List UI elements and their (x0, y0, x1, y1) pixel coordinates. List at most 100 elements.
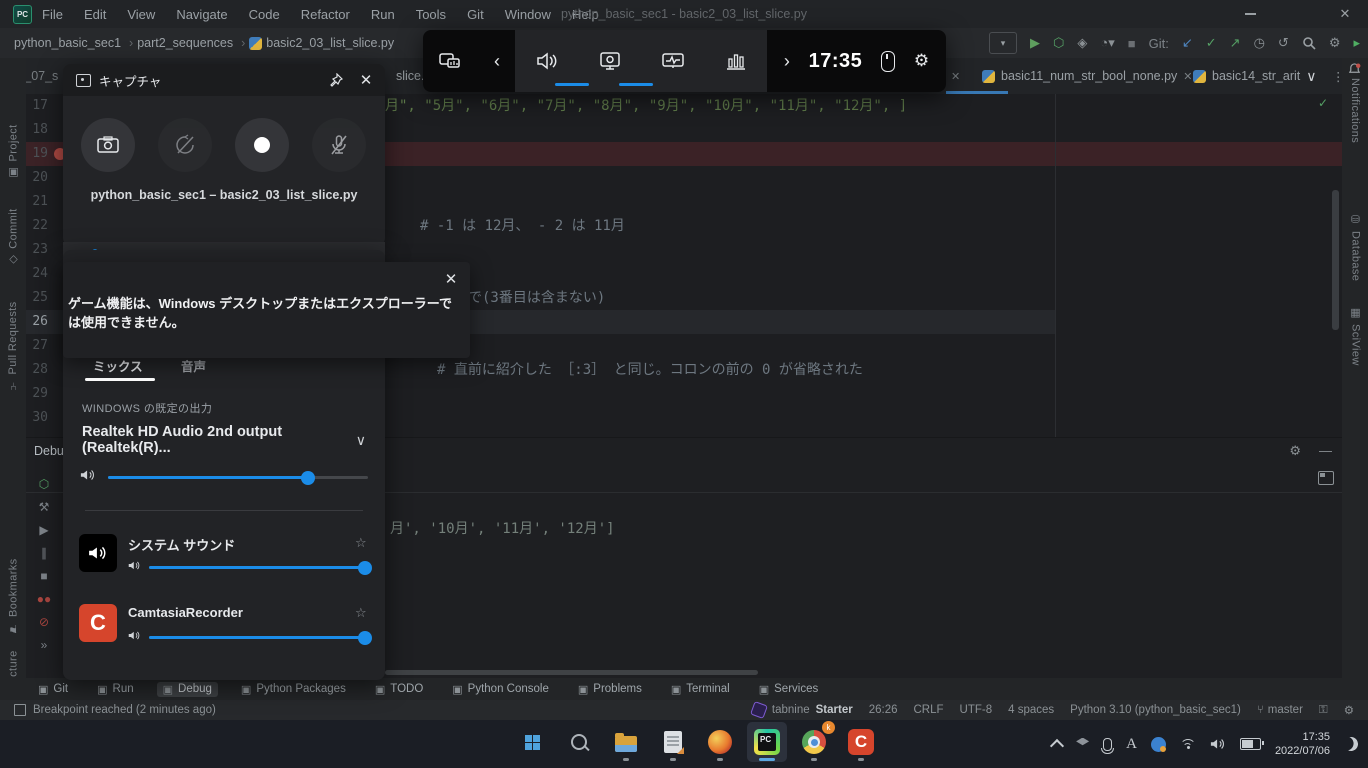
settings-sync-icon[interactable]: ⚙ (1344, 703, 1354, 717)
record-last-30s-button[interactable] (158, 118, 212, 172)
pycharm-button[interactable] (747, 722, 787, 762)
inspections-ok-icon[interactable]: ✓ (1318, 96, 1328, 110)
favorite-star-icon[interactable]: ☆ (355, 535, 367, 551)
menu-item[interactable]: Git (467, 7, 484, 22)
line-number[interactable]: 26 (26, 310, 48, 334)
gamebar-resources-widget-icon[interactable] (723, 48, 749, 74)
history-button[interactable]: ◷ (1254, 35, 1265, 51)
focus-assist-moon-icon[interactable] (1342, 735, 1360, 753)
breadcrumb-file[interactable]: basic2_03_list_slice.py (249, 36, 394, 50)
line-number[interactable]: 29 (26, 382, 48, 406)
lock-icon[interactable]: ⚿ (1319, 704, 1328, 717)
menu-item[interactable]: View (127, 7, 155, 22)
start-button[interactable] (512, 722, 552, 762)
gamebar-capture-widget-icon[interactable] (597, 48, 623, 74)
menu-item[interactable]: Tools (416, 7, 446, 22)
tool-window-button[interactable]: ▣Run (91, 682, 140, 697)
line-number[interactable]: 22 (26, 214, 48, 238)
close-icon[interactable]: ✕ (351, 65, 381, 95)
status-message[interactable]: Breakpoint reached (2 minutes ago) (14, 704, 216, 716)
sidebar-item-bookmarks[interactable]: ⚑Bookmarks (7, 558, 20, 635)
debug-settings-wrench-icon[interactable]: ⚒ (39, 501, 50, 513)
audio-tab-mix[interactable]: ミックス (93, 356, 143, 375)
line-number[interactable]: 27 (26, 334, 48, 358)
git-commit-button[interactable]: ✓ (1206, 35, 1217, 51)
app-tray-icon[interactable] (1151, 737, 1166, 752)
pause-icon[interactable]: ∥ (41, 547, 47, 559)
menu-item[interactable]: Navigate (176, 7, 227, 22)
microphone-tray-icon[interactable] (1103, 738, 1112, 751)
line-number[interactable]: 25 (26, 286, 48, 310)
tool-window-button[interactable]: ▣TODO (369, 682, 429, 697)
rerun-debug-icon[interactable]: ⬡ (39, 478, 49, 490)
minimize-button[interactable] (1233, 0, 1267, 28)
capture-widget-titlebar[interactable]: キャプチャ ✕ (63, 64, 385, 96)
menu-item[interactable]: Code (249, 7, 280, 22)
battery-icon[interactable] (1240, 738, 1261, 750)
camtasia-volume-slider[interactable] (149, 636, 365, 639)
pin-icon[interactable] (321, 65, 351, 95)
breadcrumb-project[interactable]: python_basic_sec1 (14, 36, 133, 50)
tab-basic14[interactable]: basic14_str_arit ∨ (1183, 58, 1327, 94)
notifications-bell-icon[interactable] (1348, 63, 1361, 76)
start-recording-button[interactable] (235, 118, 289, 172)
slider-knob[interactable] (358, 631, 372, 645)
menu-item[interactable]: Window (505, 7, 551, 22)
line-number[interactable]: 21 (26, 190, 48, 214)
slider-knob[interactable] (301, 471, 315, 485)
tool-window-button[interactable]: ▣Problems (572, 682, 648, 697)
tab-active-close[interactable]: ✕ (947, 58, 964, 94)
line-number[interactable]: 30 (26, 406, 48, 430)
tool-window-button[interactable]: ▣Debug (157, 682, 218, 697)
close-button[interactable]: ✕ (1328, 0, 1362, 28)
gamebar-mouse-icon[interactable] (881, 51, 895, 72)
gamebar-widgets-menu-icon[interactable] (438, 48, 464, 74)
ime-mode-indicator[interactable]: A (1126, 736, 1137, 753)
debug-minimize-icon[interactable]: — (1319, 443, 1332, 459)
debug-button[interactable]: ⬡ (1053, 35, 1064, 51)
line-number[interactable]: 17 (26, 94, 48, 118)
settings-button[interactable]: ⚙ (1329, 35, 1341, 51)
dropbox-tray-icon[interactable] (1076, 738, 1089, 751)
line-number[interactable]: 28 (26, 358, 48, 382)
sidebar-item-database[interactable]: ⛁Database (1349, 213, 1362, 282)
run-button[interactable]: ▶ (1030, 35, 1040, 51)
master-volume-slider[interactable] (108, 476, 368, 479)
gamebar-audio-widget-icon[interactable] (534, 48, 560, 74)
line-number[interactable]: 19 (26, 142, 48, 166)
gamebar-performance-widget-icon[interactable] (660, 48, 686, 74)
wifi-icon[interactable] (1180, 739, 1196, 749)
git-update-button[interactable]: ↙ (1182, 35, 1193, 51)
resume-icon[interactable]: ▶ (39, 524, 48, 536)
profiler-button[interactable]: ◔▾ (1100, 35, 1114, 51)
output-device-dropdown[interactable]: Realtek HD Audio 2nd output (Realtek(R).… (82, 424, 366, 456)
remove-breakpoints-icon[interactable]: ⊘ (39, 616, 49, 628)
taskbar-clock[interactable]: 17:35 2022/07/06 (1275, 730, 1330, 758)
sidebar-item-notifications[interactable]: Notifications (1349, 78, 1361, 143)
sidebar-item-project[interactable]: ▣Project (7, 124, 20, 179)
tray-overflow-chevron[interactable] (1050, 739, 1064, 753)
encoding[interactable]: UTF-8 (960, 704, 993, 716)
debug-hscrollbar-thumb[interactable] (385, 670, 758, 675)
system-sounds-volume-slider[interactable] (149, 566, 365, 569)
menu-item[interactable]: Edit (84, 7, 106, 22)
line-number[interactable]: 23 (26, 238, 48, 262)
tool-window-button[interactable]: ▣Terminal (665, 682, 736, 697)
menu-item[interactable]: Run (371, 7, 395, 22)
tab-basic11[interactable]: basic11_num_str_bool_none.py ✕ (972, 58, 1203, 94)
stop-icon[interactable]: ■ (40, 570, 47, 582)
run-config-dropdown[interactable]: ▾ (989, 32, 1017, 54)
menu-item[interactable]: Help (572, 7, 599, 22)
interpreter[interactable]: Python 3.10 (python_basic_sec1) (1070, 704, 1241, 716)
tool-window-button[interactable]: ▣Python Console (446, 682, 555, 697)
debug-settings-gear-icon[interactable]: ⚙ (1289, 443, 1301, 459)
close-icon[interactable]: ✕ (440, 268, 462, 290)
sidebar-item-commit[interactable]: ◇Commit (7, 208, 20, 267)
file-explorer-button[interactable] (606, 722, 646, 762)
mute-breakpoints-icon[interactable]: ●● (37, 593, 52, 605)
scrollbar-thumb[interactable] (1332, 190, 1339, 330)
firefox-button[interactable] (700, 722, 740, 762)
menu-item[interactable]: File (42, 7, 63, 22)
indent-setting[interactable]: 4 spaces (1008, 704, 1054, 716)
mic-muted-button[interactable] (312, 118, 366, 172)
